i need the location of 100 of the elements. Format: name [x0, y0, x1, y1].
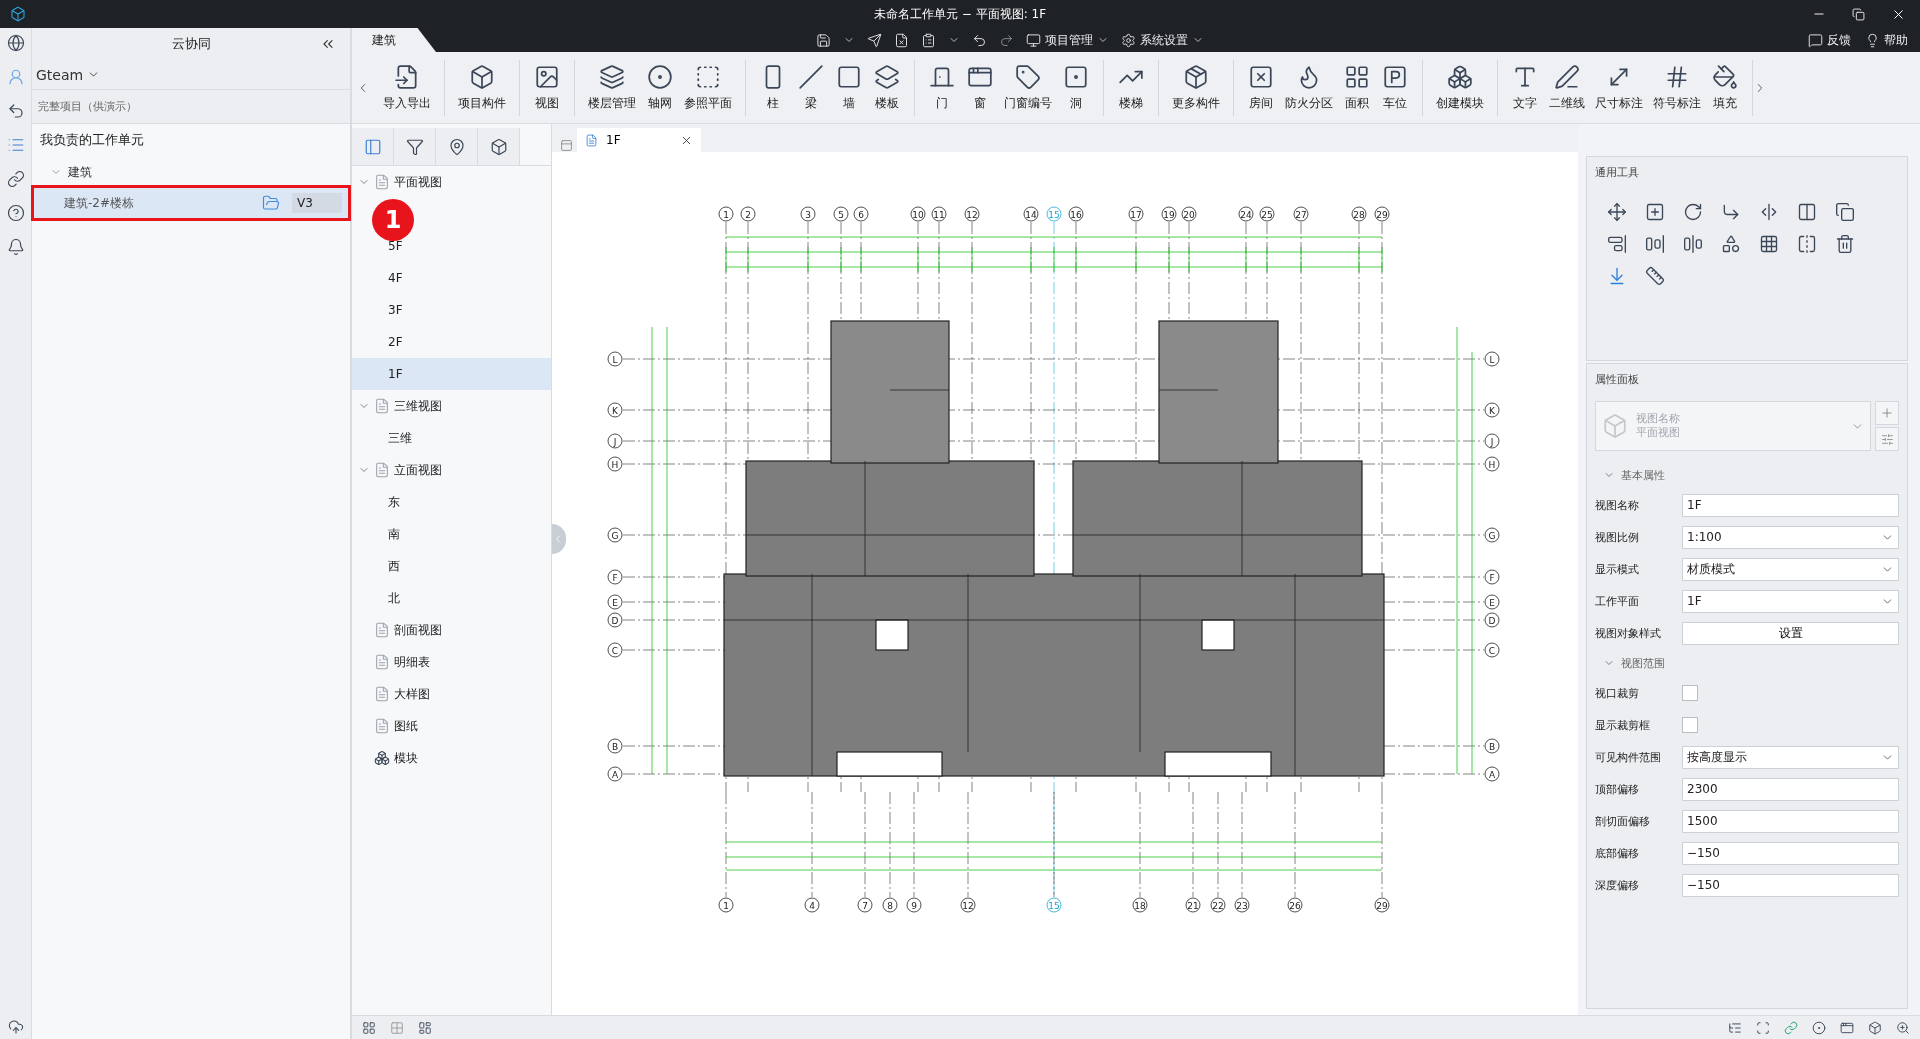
settings-button[interactable]: 设置 [1682, 621, 1899, 645]
align-icon[interactable] [1683, 234, 1703, 254]
ribbon-button[interactable]: 门窗编号 [1001, 59, 1055, 116]
ribbon-button[interactable]: 门 [925, 59, 959, 116]
copy-icon[interactable] [1645, 202, 1665, 222]
ribbon-button[interactable]: 符号标注 [1650, 59, 1704, 116]
cube-icon[interactable] [1868, 1020, 1882, 1035]
checkbox[interactable] [1682, 717, 1698, 733]
rotate-icon[interactable] [1683, 202, 1703, 222]
text-field[interactable]: −150 [1682, 873, 1899, 897]
panel-tab[interactable] [394, 128, 436, 165]
section-header[interactable]: 基本属性 [1595, 461, 1899, 489]
ribbon-button[interactable]: 参照平面 [681, 59, 735, 116]
ribbon-button[interactable]: 更多构件 [1169, 59, 1223, 116]
ribbon-button[interactable]: 导入导出 [380, 59, 434, 116]
checkbox[interactable] [1682, 685, 1698, 701]
panel-tab[interactable] [478, 128, 520, 165]
tree-group[interactable]: 图纸 [352, 710, 551, 742]
ribbon-button[interactable]: 视图 [530, 59, 564, 116]
tree-group[interactable]: 明细表 [352, 646, 551, 678]
restore-icon[interactable] [1852, 7, 1865, 21]
ribbon-button[interactable]: 项目构件 [455, 59, 509, 116]
select-field[interactable]: 1F [1682, 589, 1899, 613]
tree-group[interactable]: 大样图 [352, 678, 551, 710]
panel-tab[interactable] [436, 128, 478, 165]
globe-icon[interactable] [6, 34, 25, 52]
select-field[interactable]: 材质模式 [1682, 557, 1899, 581]
ribbon-button[interactable]: 尺寸标注 [1592, 59, 1646, 116]
ribbon-button[interactable]: 轴网 [643, 59, 677, 116]
ribbon-button[interactable]: 创建模块 [1433, 59, 1487, 116]
select-field[interactable]: 1:100 [1682, 525, 1899, 549]
tree-item[interactable]: 3F [352, 294, 551, 326]
measure-icon[interactable] [1645, 266, 1665, 286]
ribbon-tab[interactable]: 建筑 [352, 28, 436, 52]
tree-group[interactable]: 模块 [352, 742, 551, 774]
tree-group[interactable]: 平面视图 [352, 166, 551, 198]
collapse-handle[interactable] [552, 524, 566, 554]
zoom-icon[interactable] [1896, 1020, 1910, 1035]
ribbon-button[interactable]: 墙 [832, 59, 866, 116]
clipboard-icon[interactable] [921, 32, 936, 48]
mirror-icon[interactable] [1797, 234, 1817, 254]
tree-item[interactable]: 建筑 [68, 163, 92, 181]
select-field[interactable]: 按高度显示 [1682, 745, 1899, 769]
text-field[interactable]: 1F [1682, 493, 1899, 517]
ribbon-button[interactable]: 梁 [794, 59, 828, 116]
bell-icon[interactable] [6, 238, 25, 256]
text-field[interactable]: −150 [1682, 841, 1899, 865]
ribbon-button[interactable]: 窗 [963, 59, 997, 116]
help-link[interactable]: 帮助 [1865, 31, 1908, 49]
help-icon[interactable] [6, 204, 25, 222]
text-field[interactable]: 1500 [1682, 809, 1899, 833]
back-icon[interactable] [6, 102, 25, 120]
tree-item[interactable]: 4F [352, 262, 551, 294]
window-icon[interactable] [1840, 1020, 1854, 1035]
panel-tab[interactable] [352, 128, 394, 165]
ribbon-button[interactable]: 楼板 [870, 59, 904, 116]
align-icon[interactable] [1607, 234, 1627, 254]
tree-group[interactable]: 三维视图 [352, 390, 551, 422]
file-icon[interactable] [894, 32, 909, 48]
list-icon[interactable] [1728, 1020, 1742, 1035]
work-unit-row[interactable]: 建筑-2#楼栋 V3 [34, 188, 348, 218]
ribbon-button[interactable]: 楼层管理 [585, 59, 639, 116]
link-icon[interactable] [6, 170, 25, 188]
ribbon-button[interactable]: 房间 [1244, 59, 1278, 116]
redo-icon[interactable] [999, 32, 1014, 48]
menu-button[interactable]: 项目管理 [1026, 31, 1109, 49]
tree-item[interactable]: 2F [352, 326, 551, 358]
user-menu[interactable]: Gteam [36, 66, 101, 83]
view-tab[interactable]: 1F [577, 128, 701, 152]
delete-icon[interactable] [1835, 234, 1855, 254]
tree-item[interactable]: 南 [352, 518, 551, 550]
tree-item[interactable]: 北 [352, 582, 551, 614]
folder-icon[interactable] [262, 194, 280, 212]
tree-item[interactable]: 三维 [352, 422, 551, 454]
tree-item[interactable]: 西 [352, 550, 551, 582]
tree-item[interactable]: 1F [352, 358, 551, 390]
section-header[interactable]: 视图范围 [1595, 649, 1899, 677]
ribbon-button[interactable]: 防火分区 [1282, 59, 1336, 116]
tree-group[interactable]: 剖面视图 [352, 614, 551, 646]
tree-item[interactable]: 东 [352, 486, 551, 518]
ribbon-button[interactable]: 车位 [1378, 59, 1412, 116]
duplicate-icon[interactable] [1835, 202, 1855, 222]
ribbon-button[interactable]: 二维线 [1546, 59, 1588, 116]
cloud-upload-icon[interactable] [8, 1019, 24, 1035]
send-icon[interactable] [867, 32, 882, 48]
align-icon[interactable] [1645, 234, 1665, 254]
ribbon-button[interactable]: 洞 [1059, 59, 1093, 116]
ribbon-button[interactable]: 填充 [1708, 59, 1742, 116]
ribbon-button[interactable]: 面积 [1340, 59, 1374, 116]
ribbon-button[interactable]: 文字 [1508, 59, 1542, 116]
move-icon[interactable] [1607, 202, 1627, 222]
save-icon[interactable] [816, 32, 831, 48]
layout-icon[interactable] [418, 1020, 432, 1035]
undo-icon[interactable] [972, 32, 987, 48]
text-field[interactable]: 2300 [1682, 777, 1899, 801]
help-link[interactable]: 反馈 [1808, 31, 1851, 49]
tree-group[interactable]: 立面视图 [352, 454, 551, 486]
menu-button[interactable]: 系统设置 [1121, 31, 1204, 49]
ribbon-button[interactable]: 柱 [756, 59, 790, 116]
ribbon-button[interactable]: 楼梯 [1114, 59, 1148, 116]
